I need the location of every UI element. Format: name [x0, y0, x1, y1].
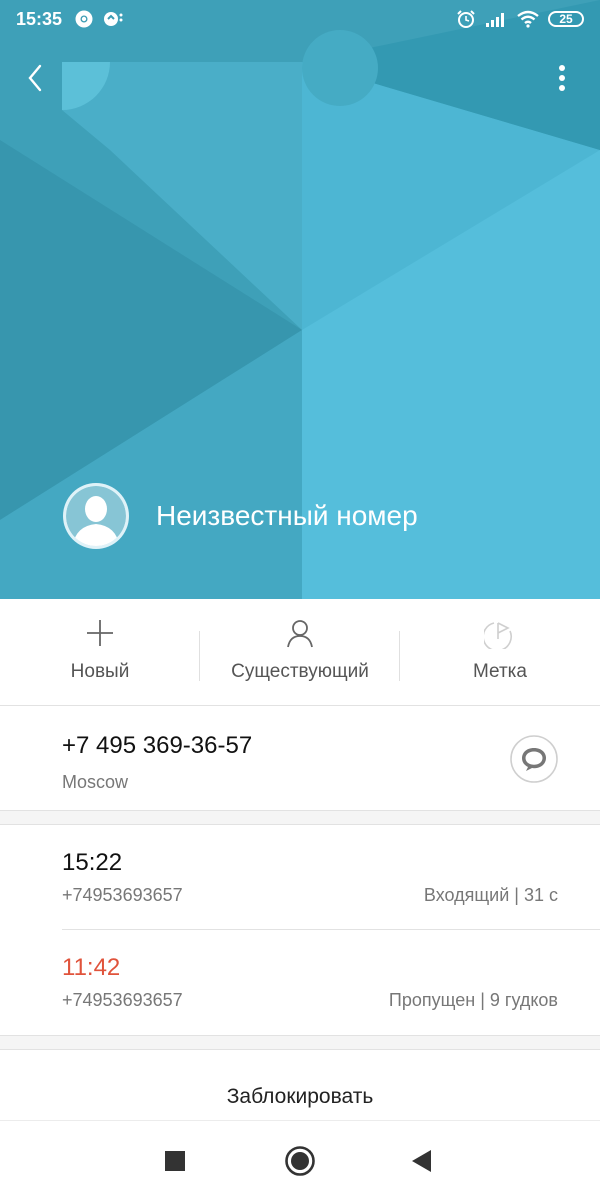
- call-number: +74953693657: [62, 990, 183, 1010]
- contact-actions: Новый Существующий Метка: [0, 599, 600, 705]
- status-time: 15:35: [16, 9, 63, 29]
- divider: [0, 1049, 600, 1050]
- signal-icon: [486, 13, 504, 27]
- more-vertical-icon: [559, 65, 565, 91]
- navigation-bar: [0, 1120, 600, 1199]
- more-options-button[interactable]: [544, 60, 580, 96]
- divider: [0, 810, 600, 811]
- existing-contact-label: Существующий: [231, 661, 369, 682]
- battery-icon: 25: [548, 11, 584, 27]
- message-icon: [510, 735, 558, 783]
- new-contact-button[interactable]: Новый: [0, 599, 200, 705]
- call-log-item[interactable]: 15:22 +74953693657 Входящий | 31 с: [0, 825, 600, 929]
- tag-button[interactable]: Метка: [400, 599, 600, 705]
- status-bar: 15:35 25: [0, 0, 600, 40]
- call-time: 15:22: [62, 849, 123, 876]
- block-number-button[interactable]: Заблокировать: [0, 1062, 600, 1120]
- chevron-left-icon: [28, 64, 42, 92]
- recents-button[interactable]: [157, 1143, 193, 1179]
- new-contact-label: Новый: [70, 661, 130, 682]
- home-button[interactable]: [282, 1143, 318, 1179]
- contact-name: Неизвестный номер: [156, 500, 418, 531]
- tag-flag-icon: [484, 622, 512, 649]
- wifi-icon: [517, 10, 539, 28]
- notification-icon: [104, 12, 123, 26]
- back-triangle-icon: [412, 1150, 431, 1172]
- battery-level: 25: [559, 12, 573, 26]
- alarm-icon: [457, 10, 475, 28]
- home-circle-icon: [285, 1146, 315, 1176]
- call-log-item[interactable]: 11:42 +74953693657 Пропущен | 9 гудков: [0, 930, 600, 1034]
- avatar: [63, 483, 129, 549]
- recents-square-icon: [165, 1151, 185, 1171]
- call-info: Входящий | 31 с: [423, 885, 558, 905]
- section-gap: [0, 1035, 600, 1049]
- call-number: +74953693657: [62, 885, 183, 905]
- send-message-button[interactable]: [510, 735, 558, 783]
- section-gap: [0, 810, 600, 824]
- phone-number-row[interactable]: +7 495 369-36-57 Moscow: [0, 706, 600, 810]
- call-info: Пропущен | 9 гудков: [388, 990, 558, 1010]
- existing-contact-button[interactable]: Существующий: [200, 599, 400, 705]
- phone-number: +7 495 369-36-57: [62, 732, 253, 759]
- divider: [0, 1035, 600, 1036]
- chrome-icon: [75, 10, 93, 28]
- nav-back-button[interactable]: [404, 1143, 440, 1179]
- call-time-missed: 11:42: [62, 954, 121, 981]
- person-icon: [287, 620, 313, 648]
- back-button[interactable]: [18, 60, 54, 96]
- plus-icon: [87, 620, 113, 646]
- tag-label: Метка: [473, 661, 527, 682]
- phone-location: Moscow: [62, 772, 129, 792]
- contact-header: 15:35 25 Неизвестный номер: [0, 0, 600, 599]
